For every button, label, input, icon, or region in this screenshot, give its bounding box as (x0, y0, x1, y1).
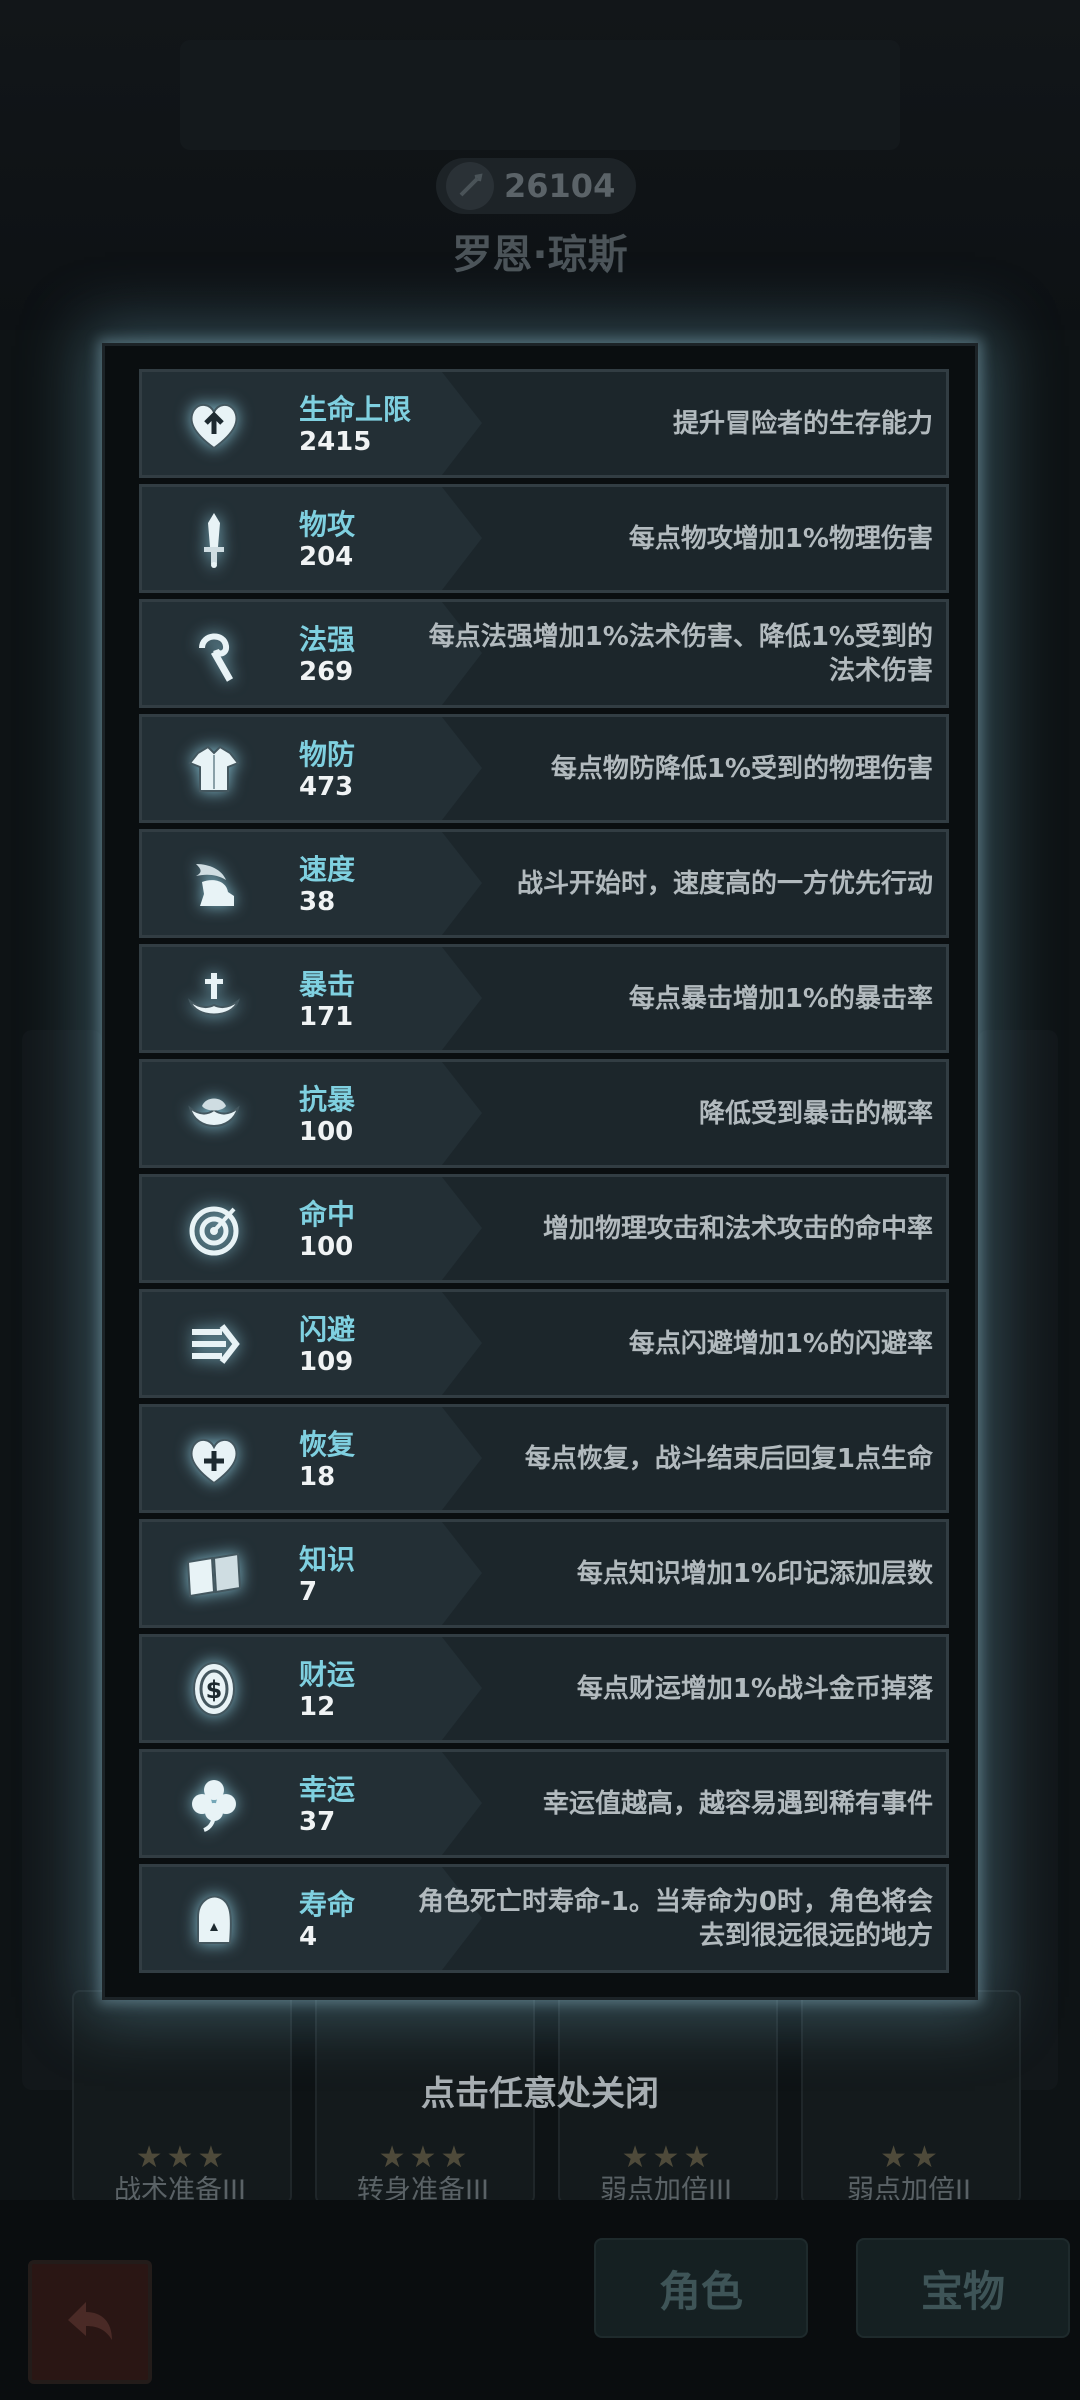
stat-row: 抗暴 100 降低受到暴击的概率 (139, 1059, 949, 1168)
stat-description: 每点物攻增加1%物理伤害 (628, 523, 933, 554)
stat-name: 闪避 (299, 1313, 356, 1346)
stat-description: 每点法强增加1%法术伤害、降低1%受到的法术伤害 (428, 621, 933, 686)
tombstone-icon (178, 1883, 250, 1955)
stat-row: 物攻 204 每点物攻增加1%物理伤害 (139, 484, 949, 593)
stat-name: 幸运 (299, 1773, 356, 1806)
stat-name: 生命上限 (299, 393, 412, 426)
stat-name: 物攻 (299, 508, 356, 541)
stat-value: 100 (299, 1232, 354, 1262)
stat-name: 命中 (299, 1198, 356, 1231)
stat-description: 提升冒险者的生存能力 (672, 408, 933, 439)
stat-description: 每点闪避增加1%的闪避率 (628, 1328, 933, 1359)
stat-description: 每点恢复，战斗结束后回复1点生命 (524, 1443, 933, 1474)
stat-name: 法强 (299, 623, 356, 656)
stat-value: 37 (299, 1807, 336, 1837)
stat-description: 每点暴击增加1%的暴击率 (628, 983, 933, 1014)
close-hint[interactable]: 点击任意处关闭 (0, 2066, 1080, 2115)
stat-value: 18 (299, 1462, 336, 1492)
back-arrow-icon (68, 2302, 112, 2340)
background-card-column (978, 1030, 1058, 2090)
stat-name: 速度 (299, 853, 356, 886)
background-card-column (22, 1030, 102, 2090)
back-button[interactable] (28, 2260, 152, 2384)
sword-icon (178, 503, 250, 575)
stat-row: 幸运 37 幸运值越高，越容易遇到稀有事件 (139, 1749, 949, 1858)
target-icon (178, 1193, 250, 1265)
dodge-icon (178, 1308, 250, 1380)
armor-icon (178, 733, 250, 805)
stat-value: 473 (299, 772, 354, 802)
clover-icon (178, 1768, 250, 1840)
stat-description: 幸运值越高，越容易遇到稀有事件 (542, 1788, 933, 1819)
stat-list: 生命上限 2415 提升冒险者的生存能力物攻 204 每点物攻增加1%物理伤害法强 269… (139, 369, 949, 1979)
book-icon (178, 1538, 250, 1610)
stat-row: 恢复 18 每点恢复，战斗结束后回复1点生命 (139, 1404, 949, 1513)
winged-boot-icon (178, 848, 250, 920)
tab-treasure[interactable]: 宝物 (856, 2238, 1070, 2338)
stat-name: 财运 (299, 1658, 356, 1691)
stats-modal: 生命上限 2415 提升冒险者的生存能力物攻 204 每点物攻增加1%物理伤害法强 269… (102, 343, 978, 2000)
stat-name: 知识 (299, 1543, 356, 1576)
stat-value: 12 (299, 1692, 336, 1722)
stat-row: 物防 473 每点物防降低1%受到的物理伤害 (139, 714, 949, 823)
stat-row: $ 财运 12 每点财运增加1%战斗金币掉落 (139, 1634, 949, 1743)
stat-value: 2415 (299, 427, 372, 457)
banner-shape (180, 40, 900, 150)
stat-description: 每点物防降低1%受到的物理伤害 (550, 753, 933, 784)
stat-description: 增加物理攻击和法术攻击的命中率 (542, 1213, 933, 1244)
stat-row: 速度 38 战斗开始时，速度高的一方优先行动 (139, 829, 949, 938)
sword-circle-icon (446, 162, 494, 210)
heart-plus-icon (178, 1423, 250, 1495)
stat-name: 暴击 (299, 968, 356, 1001)
stat-name: 物防 (299, 738, 356, 771)
stat-value: 269 (299, 657, 354, 687)
staff-icon (178, 618, 250, 690)
stat-row: 寿命 4 角色死亡时寿命-1。当寿命为0时，角色将会去到很远很远的地方 (139, 1864, 949, 1973)
stat-description: 角色死亡时寿命-1。当寿命为0时，角色将会去到很远很远的地方 (418, 1886, 933, 1951)
stat-row: 闪避 109 每点闪避增加1%的闪避率 (139, 1289, 949, 1398)
stat-name: 抗暴 (299, 1083, 356, 1116)
stat-description: 每点财运增加1%战斗金币掉落 (576, 1673, 933, 1704)
stat-row: 法强 269 每点法强增加1%法术伤害、降低1%受到的法术伤害 (139, 599, 949, 708)
stat-value: 38 (299, 887, 336, 917)
stat-row: 知识 7 每点知识增加1%印记添加层数 (139, 1519, 949, 1628)
coin-icon: $ (178, 1653, 250, 1725)
tab-role[interactable]: 角色 (594, 2238, 808, 2338)
power-value: 26104 (504, 167, 616, 205)
stat-description: 每点知识增加1%印记添加层数 (576, 1558, 933, 1589)
stat-value: 100 (299, 1117, 354, 1147)
crit-icon (178, 963, 250, 1035)
stat-description: 战斗开始时，速度高的一方优先行动 (516, 868, 933, 899)
stat-value: 109 (299, 1347, 354, 1377)
svg-text:$: $ (206, 1676, 223, 1704)
hero-name: 罗恩·琼斯 (452, 232, 628, 278)
stat-name: 寿命 (299, 1888, 356, 1921)
stat-value: 4 (299, 1922, 318, 1952)
heart-arrow-icon (178, 388, 250, 460)
stat-row: 暴击 171 每点暴击增加1%的暴击率 (139, 944, 949, 1053)
stat-row: 生命上限 2415 提升冒险者的生存能力 (139, 369, 949, 478)
crit-resist-icon (178, 1078, 250, 1150)
stat-description: 降低受到暴击的概率 (698, 1098, 933, 1129)
stat-value: 204 (299, 542, 354, 572)
stat-value: 171 (299, 1002, 354, 1032)
power-badge: 26104 (436, 158, 636, 214)
stat-name: 恢复 (299, 1428, 356, 1461)
stat-value: 7 (299, 1577, 318, 1607)
stat-row: 命中 100 增加物理攻击和法术攻击的命中率 (139, 1174, 949, 1283)
